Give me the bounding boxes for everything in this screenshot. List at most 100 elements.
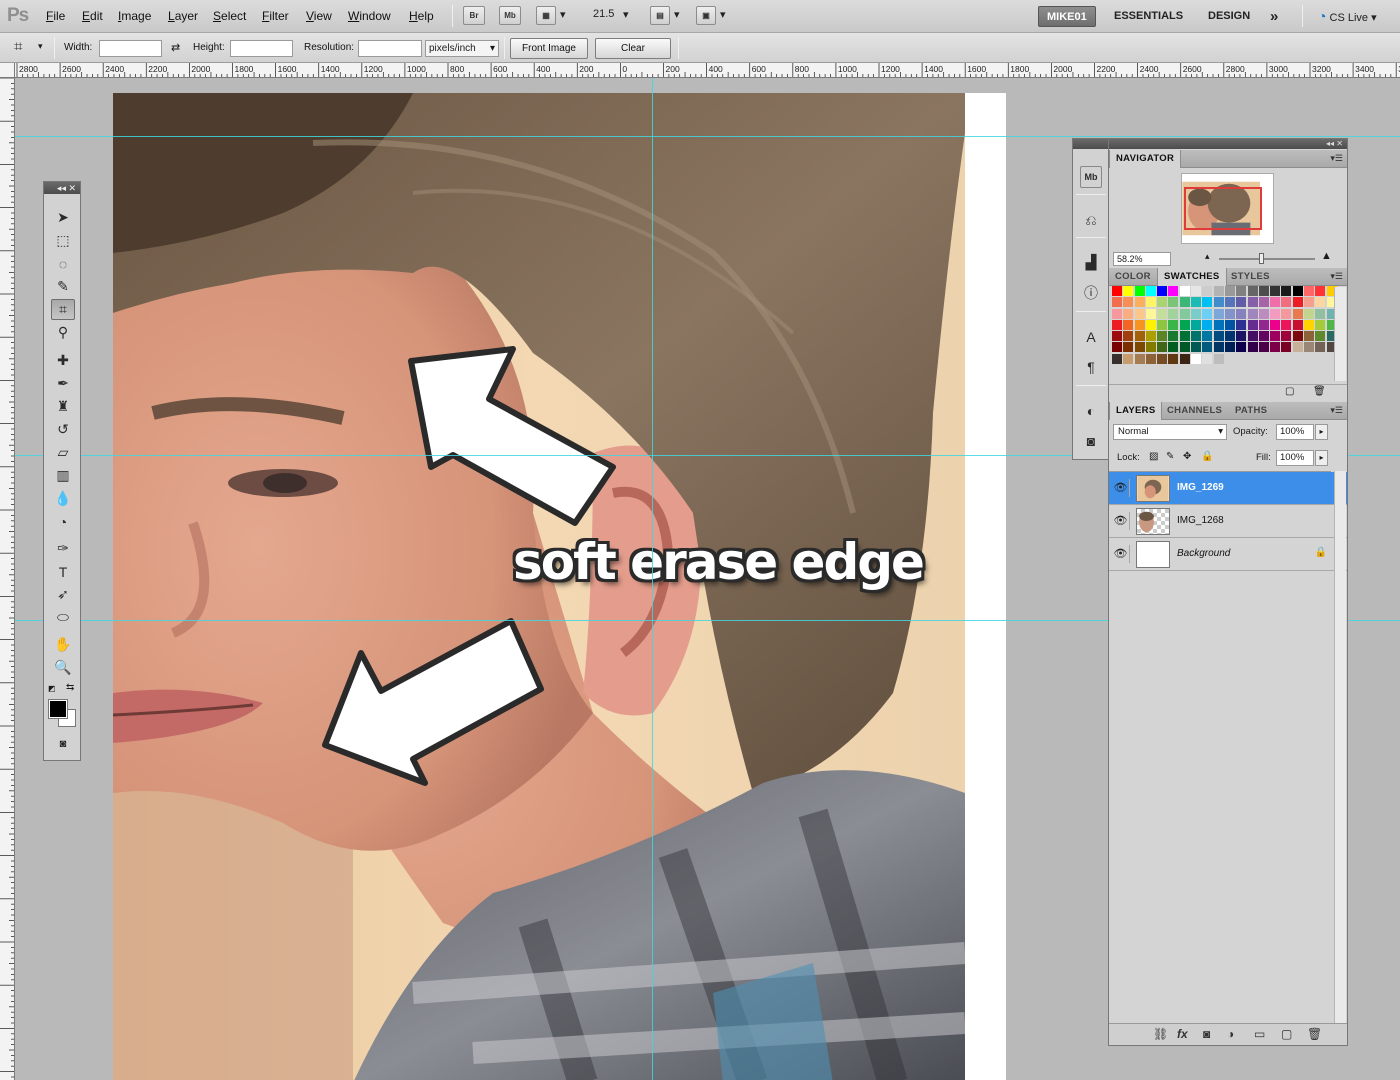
color-swatch[interactable] [1315,342,1326,353]
color-swatch[interactable] [1247,297,1258,308]
color-swatch[interactable] [1123,297,1134,308]
default-colors-icon[interactable]: ◩ [48,684,56,693]
color-swatch[interactable] [1236,331,1247,342]
color-swatch[interactable] [1202,319,1213,330]
color-swatch[interactable] [1145,331,1156,342]
visibility-eye-icon[interactable]: 👁 [1112,479,1130,497]
color-swatch[interactable] [1168,331,1179,342]
lasso-tool-icon[interactable]: ◌ [51,253,75,274]
lock-pixels-icon[interactable]: ✎ [1166,451,1174,462]
color-swatch[interactable] [1134,308,1145,319]
workspace-essentials[interactable]: ESSENTIALS [1106,6,1191,27]
new-swatch-icon[interactable]: ▢ [1285,386,1294,397]
color-swatch[interactable] [1123,342,1134,353]
tab-navigator[interactable]: NAVIGATOR [1109,150,1182,168]
quick-select-tool-icon[interactable]: ✎ [51,276,75,297]
clone-stamp-tool-icon[interactable]: ♜ [51,396,75,417]
menu-edit[interactable]: Edit [82,9,103,23]
color-swatch[interactable] [1134,319,1145,330]
color-swatch[interactable] [1213,319,1224,330]
color-swatch[interactable] [1258,331,1269,342]
color-swatch[interactable] [1157,319,1168,330]
color-swatch[interactable] [1292,308,1303,319]
menu-image[interactable]: Image [118,9,151,23]
color-swatch[interactable] [1145,353,1156,364]
lock-transparency-icon[interactable]: ▨ [1149,451,1158,462]
front-image-button[interactable]: Front Image [510,38,588,59]
color-swatch[interactable] [1168,286,1179,296]
cs-live-button[interactable]: ◔ CS Live ▾ [1310,6,1385,27]
color-swatch[interactable] [1168,342,1179,353]
menu-layer[interactable]: Layer [168,9,198,23]
color-swatch[interactable] [1202,308,1213,319]
opacity-slider-button[interactable]: ▸ [1315,424,1328,440]
layer-row[interactable]: 👁 IMG_1269 [1109,472,1347,505]
color-swatch[interactable] [1112,353,1122,364]
clear-button[interactable]: Clear [595,38,671,59]
quick-mask-icon[interactable]: ◙ [51,733,75,754]
color-swatch[interactable] [1145,308,1156,319]
color-swatch[interactable] [1168,308,1179,319]
crop-tool-icon[interactable]: ⌗ [51,299,75,320]
color-swatch[interactable] [1112,331,1122,342]
zoom-slider-handle[interactable] [1259,253,1264,264]
color-swatch[interactable] [1179,297,1190,308]
tab-channels[interactable]: CHANNELS [1161,402,1228,420]
color-swatch[interactable] [1270,319,1281,330]
new-group-icon[interactable]: ▭ [1254,1027,1265,1041]
color-swatch[interactable] [1292,286,1303,296]
color-swatch[interactable] [1157,342,1168,353]
color-swatch[interactable] [1202,331,1213,342]
color-swatch[interactable] [1134,286,1145,296]
color-swatch[interactable] [1134,297,1145,308]
color-swatch[interactable] [1112,319,1122,330]
color-swatch[interactable] [1112,286,1122,296]
blur-tool-icon[interactable]: 💧 [51,488,75,509]
healing-brush-tool-icon[interactable]: ✚ [51,350,75,371]
mini-bridge-button[interactable]: Mb [499,6,521,25]
color-swatch[interactable] [1315,308,1326,319]
navigator-zoom-slider[interactable] [1219,258,1315,260]
color-swatch[interactable] [1258,286,1269,296]
zoom-out-icon[interactable]: ▴ [1205,251,1210,262]
paragraph-icon[interactable]: ¶ [1080,356,1102,378]
tab-paths[interactable]: PATHS [1229,402,1273,420]
color-swatch[interactable] [1123,353,1134,364]
color-swatch[interactable] [1145,286,1156,296]
color-swatch[interactable] [1315,331,1326,342]
color-swatch[interactable] [1281,319,1292,330]
color-swatch[interactable] [1213,286,1224,296]
color-swatch[interactable] [1123,286,1134,296]
zoom-level-dropdown[interactable]: 21.5 [593,8,614,20]
trash-icon[interactable]: 🗑 [1307,1027,1322,1041]
color-swatch[interactable] [1224,331,1235,342]
history-brush-tool-icon[interactable]: ↺ [51,419,75,440]
marquee-tool-icon[interactable]: ⬚ [51,230,75,251]
color-swatch[interactable] [1258,308,1269,319]
color-swatch[interactable] [1134,342,1145,353]
color-swatch[interactable] [1258,297,1269,308]
color-swatch[interactable] [1157,297,1168,308]
tab-styles[interactable]: STYLES [1225,268,1276,286]
color-swatch[interactable] [1281,286,1292,296]
layer-effects-icon[interactable]: fx [1177,1027,1188,1041]
eyedropper-tool-icon[interactable]: ⚲ [51,322,75,343]
color-swatch[interactable] [1281,342,1292,353]
color-swatch[interactable] [1304,297,1315,308]
color-swatch[interactable] [1191,353,1202,364]
tools-panel-header[interactable]: ◂◂ ✕ [44,182,80,194]
color-swatch[interactable] [1315,286,1326,296]
layer-row[interactable]: 👁 IMG_1268 [1109,505,1347,538]
swatches-scrollbar[interactable] [1334,287,1346,381]
navigator-zoom-field[interactable]: 58.2% [1113,252,1171,266]
color-swatch[interactable] [1315,319,1326,330]
color-swatch[interactable] [1179,319,1190,330]
color-swatch[interactable] [1179,342,1190,353]
chevron-down-icon[interactable]: ▾ [623,8,629,21]
menu-file[interactable]: File [46,9,65,23]
panel-menu-icon[interactable]: ▾☰ [1330,153,1343,164]
color-swatch[interactable] [1191,297,1202,308]
color-swatch[interactable] [1224,308,1235,319]
color-swatch[interactable] [1281,331,1292,342]
color-swatch[interactable] [1236,297,1247,308]
